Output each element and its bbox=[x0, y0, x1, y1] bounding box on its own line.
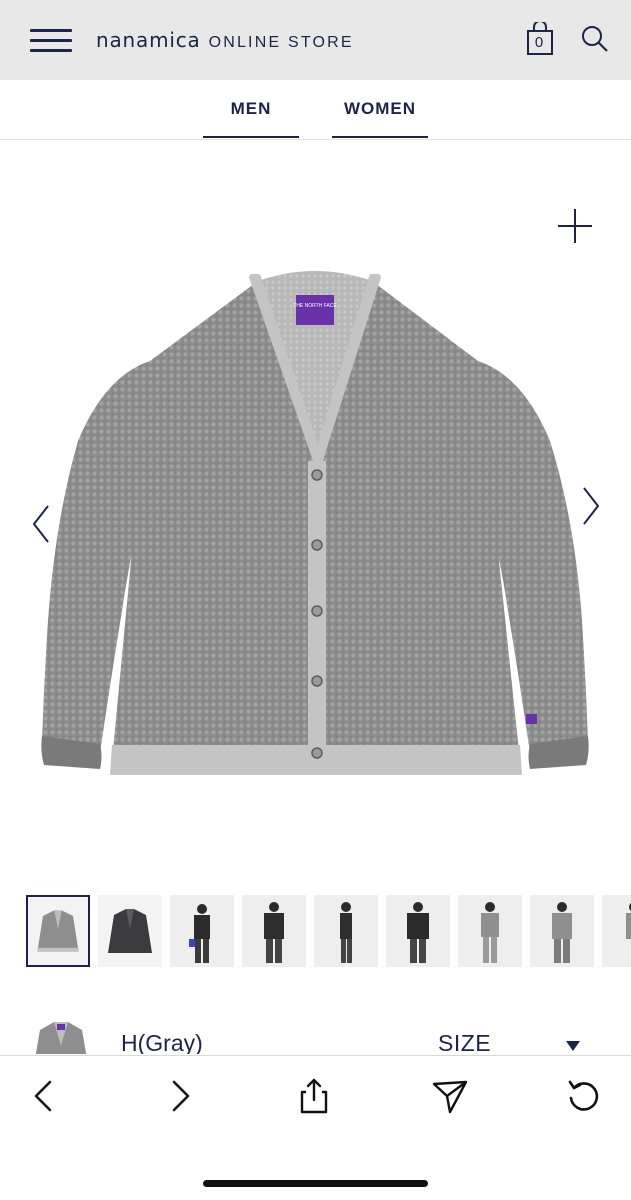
thumbnail-6[interactable] bbox=[458, 895, 522, 967]
search-icon[interactable] bbox=[580, 24, 610, 54]
selected-color-label: H(Gray) bbox=[121, 1030, 203, 1054]
chevron-left-icon[interactable] bbox=[28, 502, 58, 546]
thumbnail-5[interactable] bbox=[386, 895, 450, 967]
variant-selector: H(Gray) SIZE bbox=[0, 1012, 631, 1054]
thumbnail-8[interactable] bbox=[602, 895, 631, 967]
site-header: nanamica ONLINE STORE 0 bbox=[0, 0, 631, 80]
home-indicator bbox=[203, 1180, 428, 1187]
share-icon[interactable] bbox=[292, 1074, 336, 1118]
brand-logo-text: nanamica bbox=[96, 28, 201, 52]
thumbnail-1[interactable] bbox=[98, 895, 162, 967]
gender-tabs: MEN WOMEN bbox=[0, 80, 631, 140]
brand-suffix: ONLINE STORE bbox=[208, 34, 354, 51]
thumbnail-3[interactable] bbox=[242, 895, 306, 967]
zoom-plus-icon[interactable] bbox=[556, 207, 594, 245]
menu-icon[interactable] bbox=[30, 28, 74, 54]
cart-count: 0 bbox=[534, 34, 544, 51]
cardigan-illustration: THE NORTH FACE bbox=[41, 271, 589, 775]
tab-men[interactable]: MEN bbox=[203, 80, 299, 138]
shopping-bag-icon[interactable]: 0 bbox=[526, 20, 556, 56]
chevron-right-icon[interactable] bbox=[574, 484, 604, 528]
browser-toolbar bbox=[0, 1055, 631, 1200]
size-dropdown[interactable]: SIZE bbox=[438, 1030, 491, 1054]
product-image[interactable]: THE NORTH FACE bbox=[0, 141, 631, 881]
thumbnail-2[interactable] bbox=[170, 895, 234, 967]
color-swatch[interactable] bbox=[28, 1016, 94, 1054]
reload-icon[interactable] bbox=[562, 1074, 606, 1118]
send-icon[interactable] bbox=[428, 1074, 472, 1118]
thumbnail-strip bbox=[26, 895, 631, 967]
caret-down-icon[interactable] bbox=[565, 1039, 581, 1051]
thumbnail-0[interactable] bbox=[26, 895, 90, 967]
brand-label-text: THE NORTH FACE bbox=[293, 303, 337, 309]
tab-women[interactable]: WOMEN bbox=[332, 80, 428, 138]
back-icon[interactable] bbox=[24, 1074, 68, 1118]
thumbnail-7[interactable] bbox=[530, 895, 594, 967]
store-logo[interactable]: nanamica ONLINE STORE bbox=[96, 28, 354, 53]
thumbnail-4[interactable] bbox=[314, 895, 378, 967]
forward-icon[interactable] bbox=[158, 1074, 202, 1118]
